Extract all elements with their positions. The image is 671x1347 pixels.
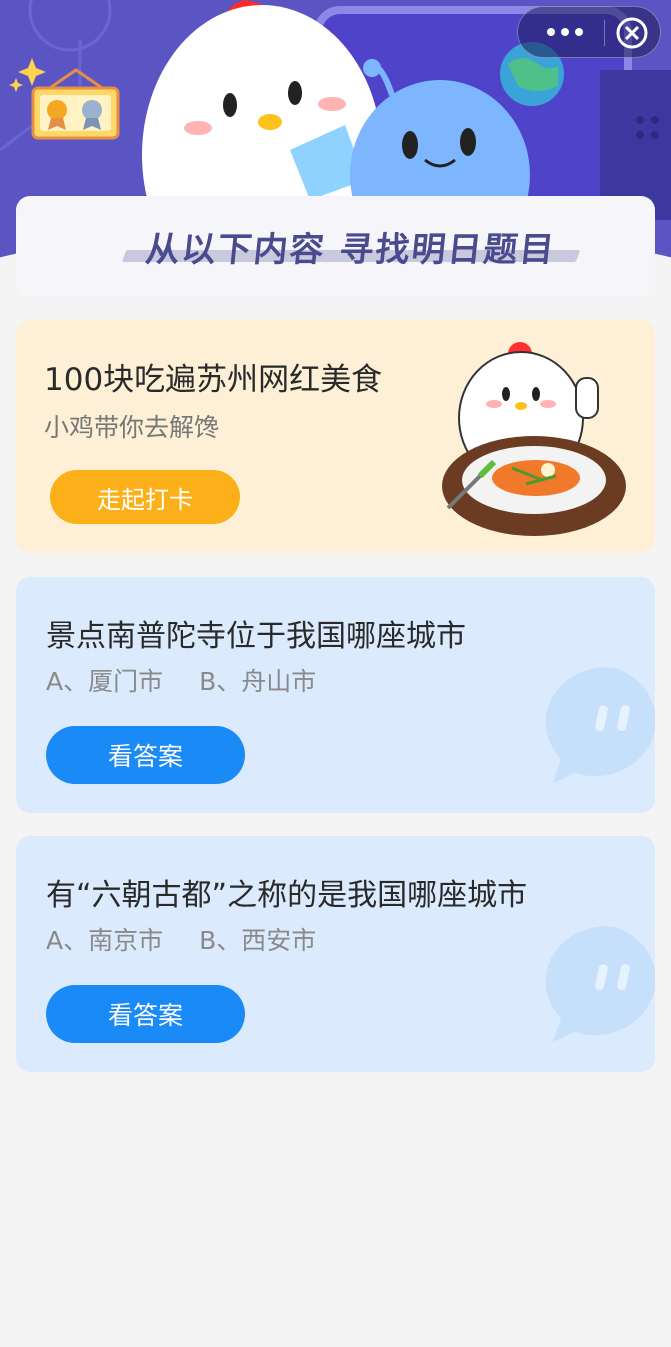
mini-program-capsule: [517, 6, 661, 58]
close-circle-icon[interactable]: [612, 13, 652, 53]
banner-card: 从以下内容 寻找明日题目: [16, 196, 655, 296]
capsule-separator: [604, 20, 605, 46]
food-card-title: 100块吃遍苏州网红美食: [44, 362, 383, 398]
food-card-subtitle: 小鸡带你去解馋: [44, 413, 220, 442]
checkin-button[interactable]: 走起打卡: [50, 470, 240, 524]
chat-bubble-icon: [545, 926, 655, 1042]
question-title: 景点南普陀寺位于我国哪座城市: [46, 619, 466, 654]
food-promo-card[interactable]: 100块吃遍苏州网红美食 小鸡带你去解馋 走起打卡: [16, 320, 655, 553]
question-title: 有“六朝古都”之称的是我国哪座城市: [46, 878, 528, 913]
option-a: A、厦门市: [46, 667, 164, 696]
chat-bubble-icon: [545, 667, 655, 783]
question-options: A、南京市 B、西安市: [46, 921, 352, 957]
question-card: 景点南普陀寺位于我国哪座城市 A、厦门市 B、舟山市 看答案: [16, 577, 655, 813]
view-answer-button[interactable]: 看答案: [46, 726, 245, 784]
option-b: B、西安市: [199, 926, 317, 955]
option-a: A、南京市: [46, 926, 164, 955]
view-answer-button[interactable]: 看答案: [46, 985, 245, 1043]
more-dots-icon[interactable]: [534, 15, 596, 49]
option-b: B、舟山市: [199, 667, 317, 696]
question-card: 有“六朝古都”之称的是我国哪座城市 A、南京市 B、西安市 看答案: [16, 836, 655, 1072]
question-options: A、厦门市 B、舟山市: [46, 662, 352, 698]
chicken-food-illustration: [442, 342, 626, 536]
banner-title: 从以下内容 寻找明日题目: [143, 230, 558, 270]
